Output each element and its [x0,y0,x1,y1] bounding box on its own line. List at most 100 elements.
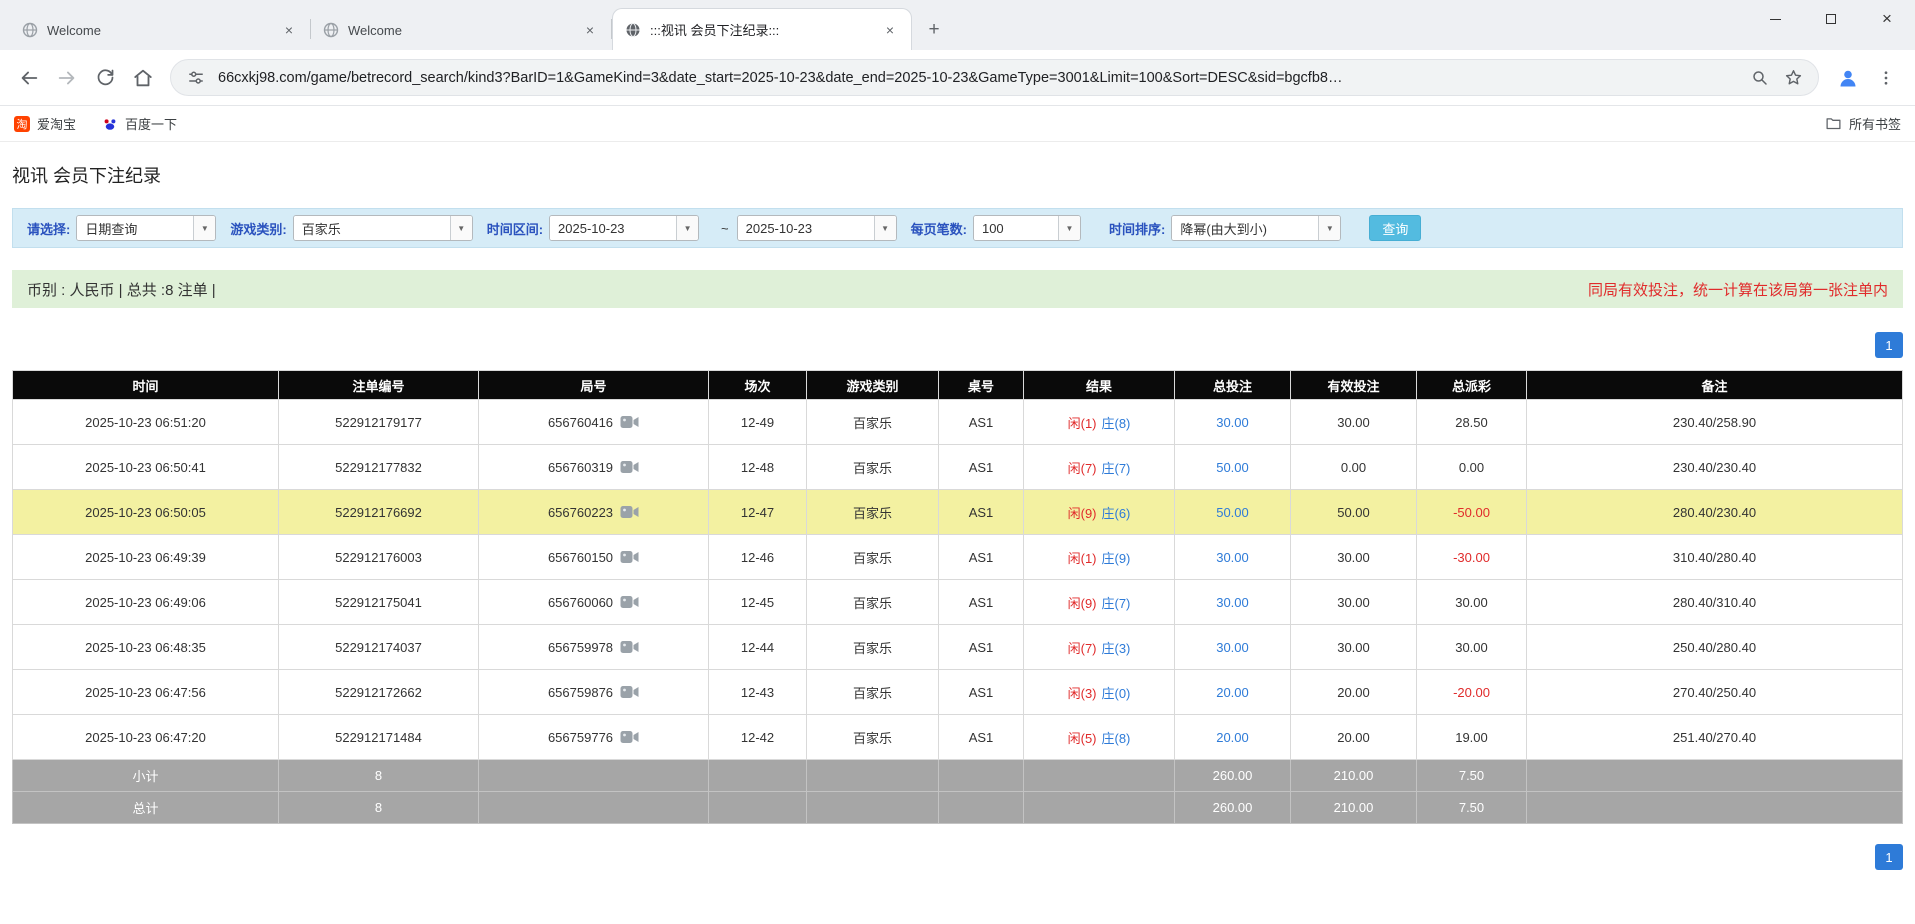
cell-total-bet: 50.00 [1174,444,1291,490]
cell-valid-bet: 30.00 [1290,399,1417,445]
cell-bet-id: 522912175041 [278,579,479,625]
menu-dots-icon[interactable] [1867,59,1905,97]
video-replay-icon[interactable] [620,685,639,699]
cell-remark: 251.40/270.40 [1526,714,1903,760]
grand-total-count: 8 [278,791,479,824]
cell-round: 656760150 [478,534,709,580]
close-icon[interactable]: × [581,21,599,39]
result-player: 闲(1) [1067,550,1097,566]
cell-session: 12-45 [708,579,807,625]
new-tab-button[interactable]: + [920,16,948,44]
cell-game-type: 百家乐 [806,579,939,625]
url-text[interactable]: 66cxkj98.com/game/betrecord_search/kind3… [218,70,1738,86]
cell-game-type: 百家乐 [806,489,939,535]
maximize-button[interactable] [1803,0,1859,38]
total-bet-link[interactable]: 30.00 [1216,550,1249,565]
cell-session: 12-49 [708,399,807,445]
video-replay-icon[interactable] [620,460,639,474]
video-replay-icon[interactable] [620,415,639,429]
chevron-down-icon[interactable]: ▼ [676,216,699,240]
cell-table-no: AS1 [938,579,1024,625]
cell-result: 闲(9) 庄(6) [1023,489,1175,535]
tab-welcome-1[interactable]: Welcome × [10,10,310,50]
total-bet-link[interactable]: 50.00 [1216,460,1249,475]
tab-bet-records[interactable]: :::视讯 会员下注纪录::: × [612,8,912,50]
video-replay-icon[interactable] [620,640,639,654]
page-size-combobox[interactable]: ▼ [972,215,1081,241]
date-end-combobox[interactable]: ▼ [736,215,897,241]
table-row: 2025-10-23 06:47:20 522912171484 6567597… [12,714,1903,760]
close-icon[interactable]: × [881,21,899,39]
result-player: 闲(7) [1067,460,1097,476]
chevron-down-icon[interactable]: ▼ [1057,216,1080,240]
window-close-button[interactable]: × [1859,0,1915,38]
table-header: 时间 注单编号 局号 场次 游戏类别 桌号 结果 总投注 有效投注 总派彩 备注 [12,370,1903,400]
header-time: 时间 [12,370,279,400]
table-row: 2025-10-23 06:47:56 522912172662 6567598… [12,669,1903,715]
result-player: 闲(9) [1067,505,1097,521]
total-bet-link[interactable]: 20.00 [1216,730,1249,745]
select-type-input[interactable] [77,216,194,240]
sort-input[interactable] [1172,216,1319,240]
cell-round: 656759978 [478,624,709,670]
date-end-input[interactable] [737,216,874,240]
cell-total-bet: 30.00 [1174,399,1291,445]
zoom-icon[interactable] [1749,67,1771,89]
total-bet-link[interactable]: 20.00 [1216,685,1249,700]
address-bar[interactable]: 66cxkj98.com/game/betrecord_search/kind3… [170,59,1819,96]
forward-button[interactable] [48,59,86,97]
total-bet-link[interactable]: 30.00 [1216,415,1249,430]
result-banker: 庄(7) [1101,460,1131,476]
date-start-input[interactable] [550,216,677,240]
cell-bet-id: 522912171484 [278,714,479,760]
total-bet-link[interactable]: 50.00 [1216,505,1249,520]
video-replay-icon[interactable] [620,505,639,519]
header-result: 结果 [1023,370,1175,400]
total-bet-link[interactable]: 30.00 [1216,595,1249,610]
page-size-input[interactable] [973,216,1058,240]
cell-game-type: 百家乐 [806,444,939,490]
chevron-down-icon[interactable]: ▼ [193,216,216,240]
bookmark-star-icon[interactable] [1782,67,1804,89]
back-button[interactable] [10,59,48,97]
chevron-down-icon[interactable]: ▼ [873,216,896,240]
bookmark-taobao[interactable]: 淘 爱淘宝 [14,114,76,133]
cell-payout: -50.00 [1416,489,1527,535]
page-1-button[interactable]: 1 [1875,844,1903,870]
sort-label: 时间排序: [1108,221,1166,237]
result-banker: 庄(8) [1101,730,1131,746]
cell-table-no: AS1 [938,624,1024,670]
sort-combobox[interactable]: ▼ [1171,215,1342,241]
result-banker: 庄(6) [1101,505,1131,521]
game-type-combobox[interactable]: ▼ [292,215,473,241]
folder-icon [1825,115,1842,132]
game-type-input[interactable] [293,216,450,240]
select-type-combobox[interactable]: ▼ [76,215,217,241]
cell-result: 闲(1) 庄(8) [1023,399,1175,445]
profile-avatar[interactable] [1829,59,1867,97]
result-player: 闲(1) [1067,415,1097,431]
refresh-button[interactable] [86,59,124,97]
result-player: 闲(7) [1067,640,1097,656]
video-replay-icon[interactable] [620,595,639,609]
video-replay-icon[interactable] [620,730,639,744]
chevron-down-icon[interactable]: ▼ [449,216,472,240]
total-bet-link[interactable]: 30.00 [1216,640,1249,655]
all-bookmarks-button[interactable]: 所有书签 [1825,114,1901,133]
cell-table-no: AS1 [938,669,1024,715]
minimize-button[interactable] [1747,0,1803,38]
site-info-icon[interactable] [185,67,207,89]
cell-total-bet: 20.00 [1174,669,1291,715]
search-button[interactable]: 查询 [1369,215,1422,241]
home-button[interactable] [124,59,162,97]
date-start-combobox[interactable]: ▼ [549,215,700,241]
video-replay-icon[interactable] [620,550,639,564]
grand-total-row: 总计 8 260.00 210.00 7.50 [12,791,1903,824]
cell-game-type: 百家乐 [806,669,939,715]
close-icon[interactable]: × [280,21,298,39]
round-number: 656760319 [547,459,614,475]
page-1-button[interactable]: 1 [1875,332,1903,358]
tab-welcome-2[interactable]: Welcome × [311,10,611,50]
bookmark-baidu[interactable]: 百度一下 [102,114,177,133]
chevron-down-icon[interactable]: ▼ [1318,216,1341,240]
